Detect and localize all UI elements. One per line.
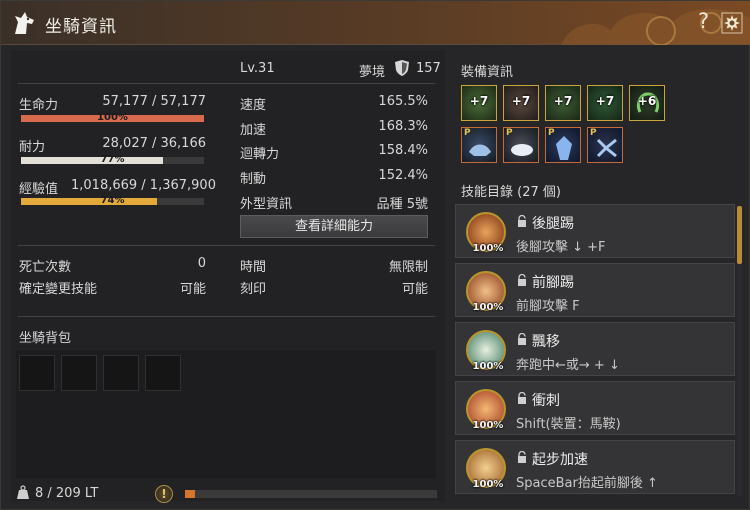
equipment-slot-costume-saddle[interactable]: P bbox=[461, 127, 497, 163]
mount-level: Lv.31 bbox=[240, 61, 275, 76]
mount-info-window: 坐騎資訊 ? Lv.31 夢境 157 生命力 57,177 / 57,177 … bbox=[0, 0, 750, 510]
death-count-label: 死亡次數 bbox=[19, 260, 72, 275]
realm-label: 夢境 bbox=[359, 65, 386, 80]
skill-item-drift[interactable]: 100% 飄移 奔跑中←或→ + ↓ bbox=[455, 322, 735, 376]
mount-bag-title: 坐騎背包 bbox=[19, 331, 72, 346]
weight-progress-bar bbox=[185, 490, 437, 498]
skill-item-back-kick[interactable]: 100% 後腿踢 後腳攻擊 ↓ +F bbox=[455, 204, 735, 258]
divider bbox=[18, 245, 435, 246]
bag-slot[interactable] bbox=[103, 355, 139, 391]
equipment-slot-saddle[interactable]: +7 bbox=[461, 85, 497, 121]
exp-percent: 74% bbox=[100, 195, 125, 206]
skill-list-scrollbar[interactable] bbox=[737, 206, 742, 496]
equipment-slot-costume-barding[interactable]: P bbox=[545, 127, 581, 163]
costume-stirrups-icon bbox=[511, 144, 533, 156]
title-bar[interactable]: 坐騎資訊 ? bbox=[1, 1, 750, 45]
skill-list-title: 技能目錄 (27 個) bbox=[461, 185, 561, 200]
cloud-decoration bbox=[561, 9, 750, 45]
bag-slot[interactable] bbox=[61, 355, 97, 391]
settings-gear-icon[interactable] bbox=[720, 11, 744, 35]
skill-change-value: 可能 bbox=[179, 282, 206, 297]
stat-accel-label: 加速 bbox=[240, 123, 267, 138]
hp-bar: 100% bbox=[21, 112, 204, 123]
bag-slot[interactable] bbox=[19, 355, 55, 391]
bag-slot[interactable] bbox=[145, 355, 181, 391]
skill-item-sprint[interactable]: 100% 衝刺 Shift(裝置：馬鞍) bbox=[455, 381, 735, 435]
exp-bar: 74% bbox=[21, 195, 204, 206]
stamina-bar: 77% bbox=[21, 154, 204, 165]
divider bbox=[18, 83, 435, 84]
equipment-title: 裝備資訊 bbox=[461, 65, 514, 80]
weight-icon bbox=[17, 485, 29, 499]
equipment-slot-costume-horseshoe[interactable]: P bbox=[587, 127, 623, 163]
stamina-percent: 77% bbox=[100, 154, 125, 165]
stat-accel-value: 168.3% bbox=[378, 119, 428, 134]
horse-icon bbox=[15, 12, 34, 34]
lock-icon bbox=[518, 392, 526, 404]
equipment-slot-barding[interactable]: +7 bbox=[545, 85, 581, 121]
stat-speed-value: 165.5% bbox=[378, 94, 428, 109]
equipment-slot-stirrups[interactable]: +7 bbox=[503, 85, 539, 121]
time-label: 時間 bbox=[240, 260, 267, 275]
lock-icon bbox=[518, 451, 526, 463]
stat-turning-label: 迴轉力 bbox=[240, 147, 280, 162]
warning-icon[interactable]: ! bbox=[155, 485, 173, 503]
bag-weight: 8 / 209 LT bbox=[35, 486, 99, 501]
imprint-label: 刻印 bbox=[240, 282, 267, 297]
hp-label: 生命力 bbox=[19, 98, 59, 113]
view-details-button[interactable]: 查看詳細能力 bbox=[240, 215, 428, 238]
skill-change-label: 確定變更技能 bbox=[19, 282, 98, 297]
time-value: 無限制 bbox=[388, 260, 428, 275]
weight-progress-fill bbox=[185, 490, 196, 498]
window-title: 坐騎資訊 bbox=[45, 17, 117, 37]
scrollbar-thumb[interactable] bbox=[737, 206, 742, 264]
skill-item-front-kick[interactable]: 100% 前腳踢 前腳攻擊 F bbox=[455, 263, 735, 317]
lock-icon bbox=[518, 333, 526, 345]
help-button[interactable]: ? bbox=[698, 9, 709, 33]
exp-value: 1,018,669 / 1,367,900 bbox=[71, 178, 216, 193]
costume-barding-icon bbox=[556, 136, 572, 160]
shield-icon bbox=[395, 60, 409, 76]
stamina-label: 耐力 bbox=[19, 140, 46, 155]
skill-item-start-boost[interactable]: 100% 起步加速 SpaceBar抬起前腳後 ↑ bbox=[455, 440, 735, 494]
equipment-slot-costume-stirrups[interactable]: P bbox=[503, 127, 539, 163]
realm-value: 157 bbox=[416, 61, 441, 76]
equipment-slot-champron[interactable]: +6 bbox=[629, 85, 665, 121]
hp-value: 57,177 / 57,177 bbox=[102, 94, 206, 109]
stat-appearance-label: 外型資訊 bbox=[240, 197, 293, 212]
costume-horseshoe-icon bbox=[596, 138, 617, 158]
equipment-slot-horseshoe[interactable]: +7 bbox=[587, 85, 623, 121]
stat-turning-value: 158.4% bbox=[378, 143, 428, 158]
stamina-value: 28,027 / 36,166 bbox=[102, 136, 206, 151]
stat-brake-label: 制動 bbox=[240, 172, 267, 187]
lock-icon bbox=[518, 274, 526, 286]
skill-list: 100% 後腿踢 後腳攻擊 ↓ +F 100% 前腳踢 前腳攻擊 F 100% … bbox=[455, 204, 735, 496]
stat-appearance-value: 品種 5號 bbox=[376, 197, 428, 212]
stat-brake-value: 152.4% bbox=[378, 168, 428, 183]
lock-icon bbox=[518, 215, 526, 227]
hp-percent: 100% bbox=[97, 112, 128, 123]
imprint-value: 可能 bbox=[401, 282, 428, 297]
divider bbox=[18, 316, 435, 317]
stat-speed-label: 速度 bbox=[240, 98, 267, 113]
death-count-value: 0 bbox=[197, 256, 206, 271]
costume-saddle-icon bbox=[469, 144, 491, 156]
